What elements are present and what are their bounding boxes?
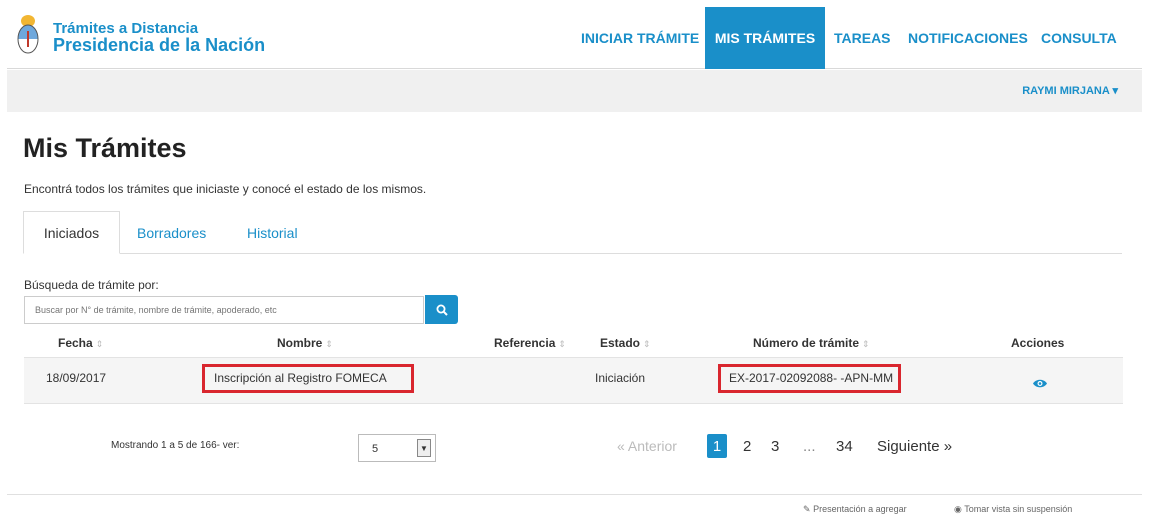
chevron-down-icon: ▼	[417, 439, 431, 457]
user-name: RAYMI MIRJANA	[1022, 85, 1110, 97]
chevron-down-icon: ▾	[1112, 85, 1118, 97]
tab-bar: Iniciados Borradores Historial	[23, 211, 1122, 254]
search-button[interactable]	[425, 295, 458, 324]
pagination-page-3[interactable]: 3	[771, 438, 779, 455]
nav-tareas[interactable]: TAREAS	[834, 7, 891, 69]
top-navbar: Trámites a Distancia Presidencia de la N…	[7, 7, 1142, 69]
column-header-numero[interactable]: Número de trámite ⇕	[753, 336, 870, 350]
nav-mis-tramites[interactable]: MIS TRÁMITES	[705, 7, 825, 69]
search-icon	[436, 304, 448, 316]
column-header-nombre[interactable]: Nombre ⇕	[277, 336, 333, 350]
nav-iniciar-tramite[interactable]: INICIAR TRÁMITE	[581, 7, 699, 69]
cell-nombre: Inscripción al Registro FOMECA	[214, 371, 387, 385]
column-header-estado[interactable]: Estado ⇕	[600, 336, 651, 350]
pagination-page-2[interactable]: 2	[743, 438, 751, 455]
user-menu[interactable]: RAYMI MIRJANA ▾	[1022, 84, 1118, 97]
footer-link-tomar-vista[interactable]: ◉ Tomar vista sin suspensión	[954, 504, 1072, 515]
cell-estado: Iniciación	[595, 371, 646, 385]
sort-icon: ⇕	[95, 339, 104, 349]
column-header-acciones: Acciones	[1011, 336, 1065, 350]
divider	[7, 494, 1142, 495]
pagination-next[interactable]: Siguiente »	[877, 438, 952, 455]
column-header-referencia[interactable]: Referencia ⇕	[494, 336, 566, 350]
sort-icon: ⇕	[558, 339, 566, 349]
table-row	[24, 357, 1123, 404]
edit-icon: ✎	[803, 504, 811, 514]
footer-link-presentacion[interactable]: ✎ Presentación a agregar	[803, 504, 907, 515]
nav-notificaciones[interactable]: NOTIFICACIONES	[908, 7, 1028, 69]
brand-line2[interactable]: Presidencia de la Nación	[53, 35, 265, 56]
user-bar: RAYMI MIRJANA ▾	[7, 70, 1142, 112]
coat-of-arms-logo[interactable]	[15, 13, 41, 55]
tab-historial[interactable]: Historial	[247, 211, 298, 254]
page-title: Mis Trámites	[23, 133, 187, 163]
cell-numero: EX-2017-02092088- -APN-MM	[729, 371, 894, 385]
sort-icon: ⇕	[643, 339, 651, 349]
page-size-select[interactable]: 5 ▼	[358, 434, 436, 462]
search-label: Búsqueda de trámite por:	[24, 278, 159, 292]
tab-borradores[interactable]: Borradores	[137, 211, 206, 254]
pagination-page-34[interactable]: 34	[836, 438, 853, 455]
page-description: Encontrá todos los trámites que iniciast…	[24, 182, 427, 196]
sort-icon: ⇕	[862, 339, 870, 349]
pagination-page-1[interactable]: 1	[707, 434, 727, 458]
showing-text: Mostrando 1 a 5 de 166- ver:	[111, 440, 240, 451]
search-input[interactable]	[24, 296, 424, 324]
eye-icon: ◉	[954, 504, 962, 514]
eye-icon[interactable]	[1032, 378, 1048, 389]
cell-fecha: 18/09/2017	[46, 371, 107, 385]
column-header-fecha[interactable]: Fecha ⇕	[58, 336, 103, 350]
page-size-value: 5	[372, 443, 379, 455]
tab-iniciados[interactable]: Iniciados	[23, 211, 120, 254]
pagination-prev[interactable]: « Anterior	[617, 438, 677, 454]
nav-consulta[interactable]: CONSULTA	[1041, 7, 1117, 69]
sort-icon: ⇕	[325, 339, 333, 349]
pagination-ellipsis: ...	[803, 438, 816, 455]
